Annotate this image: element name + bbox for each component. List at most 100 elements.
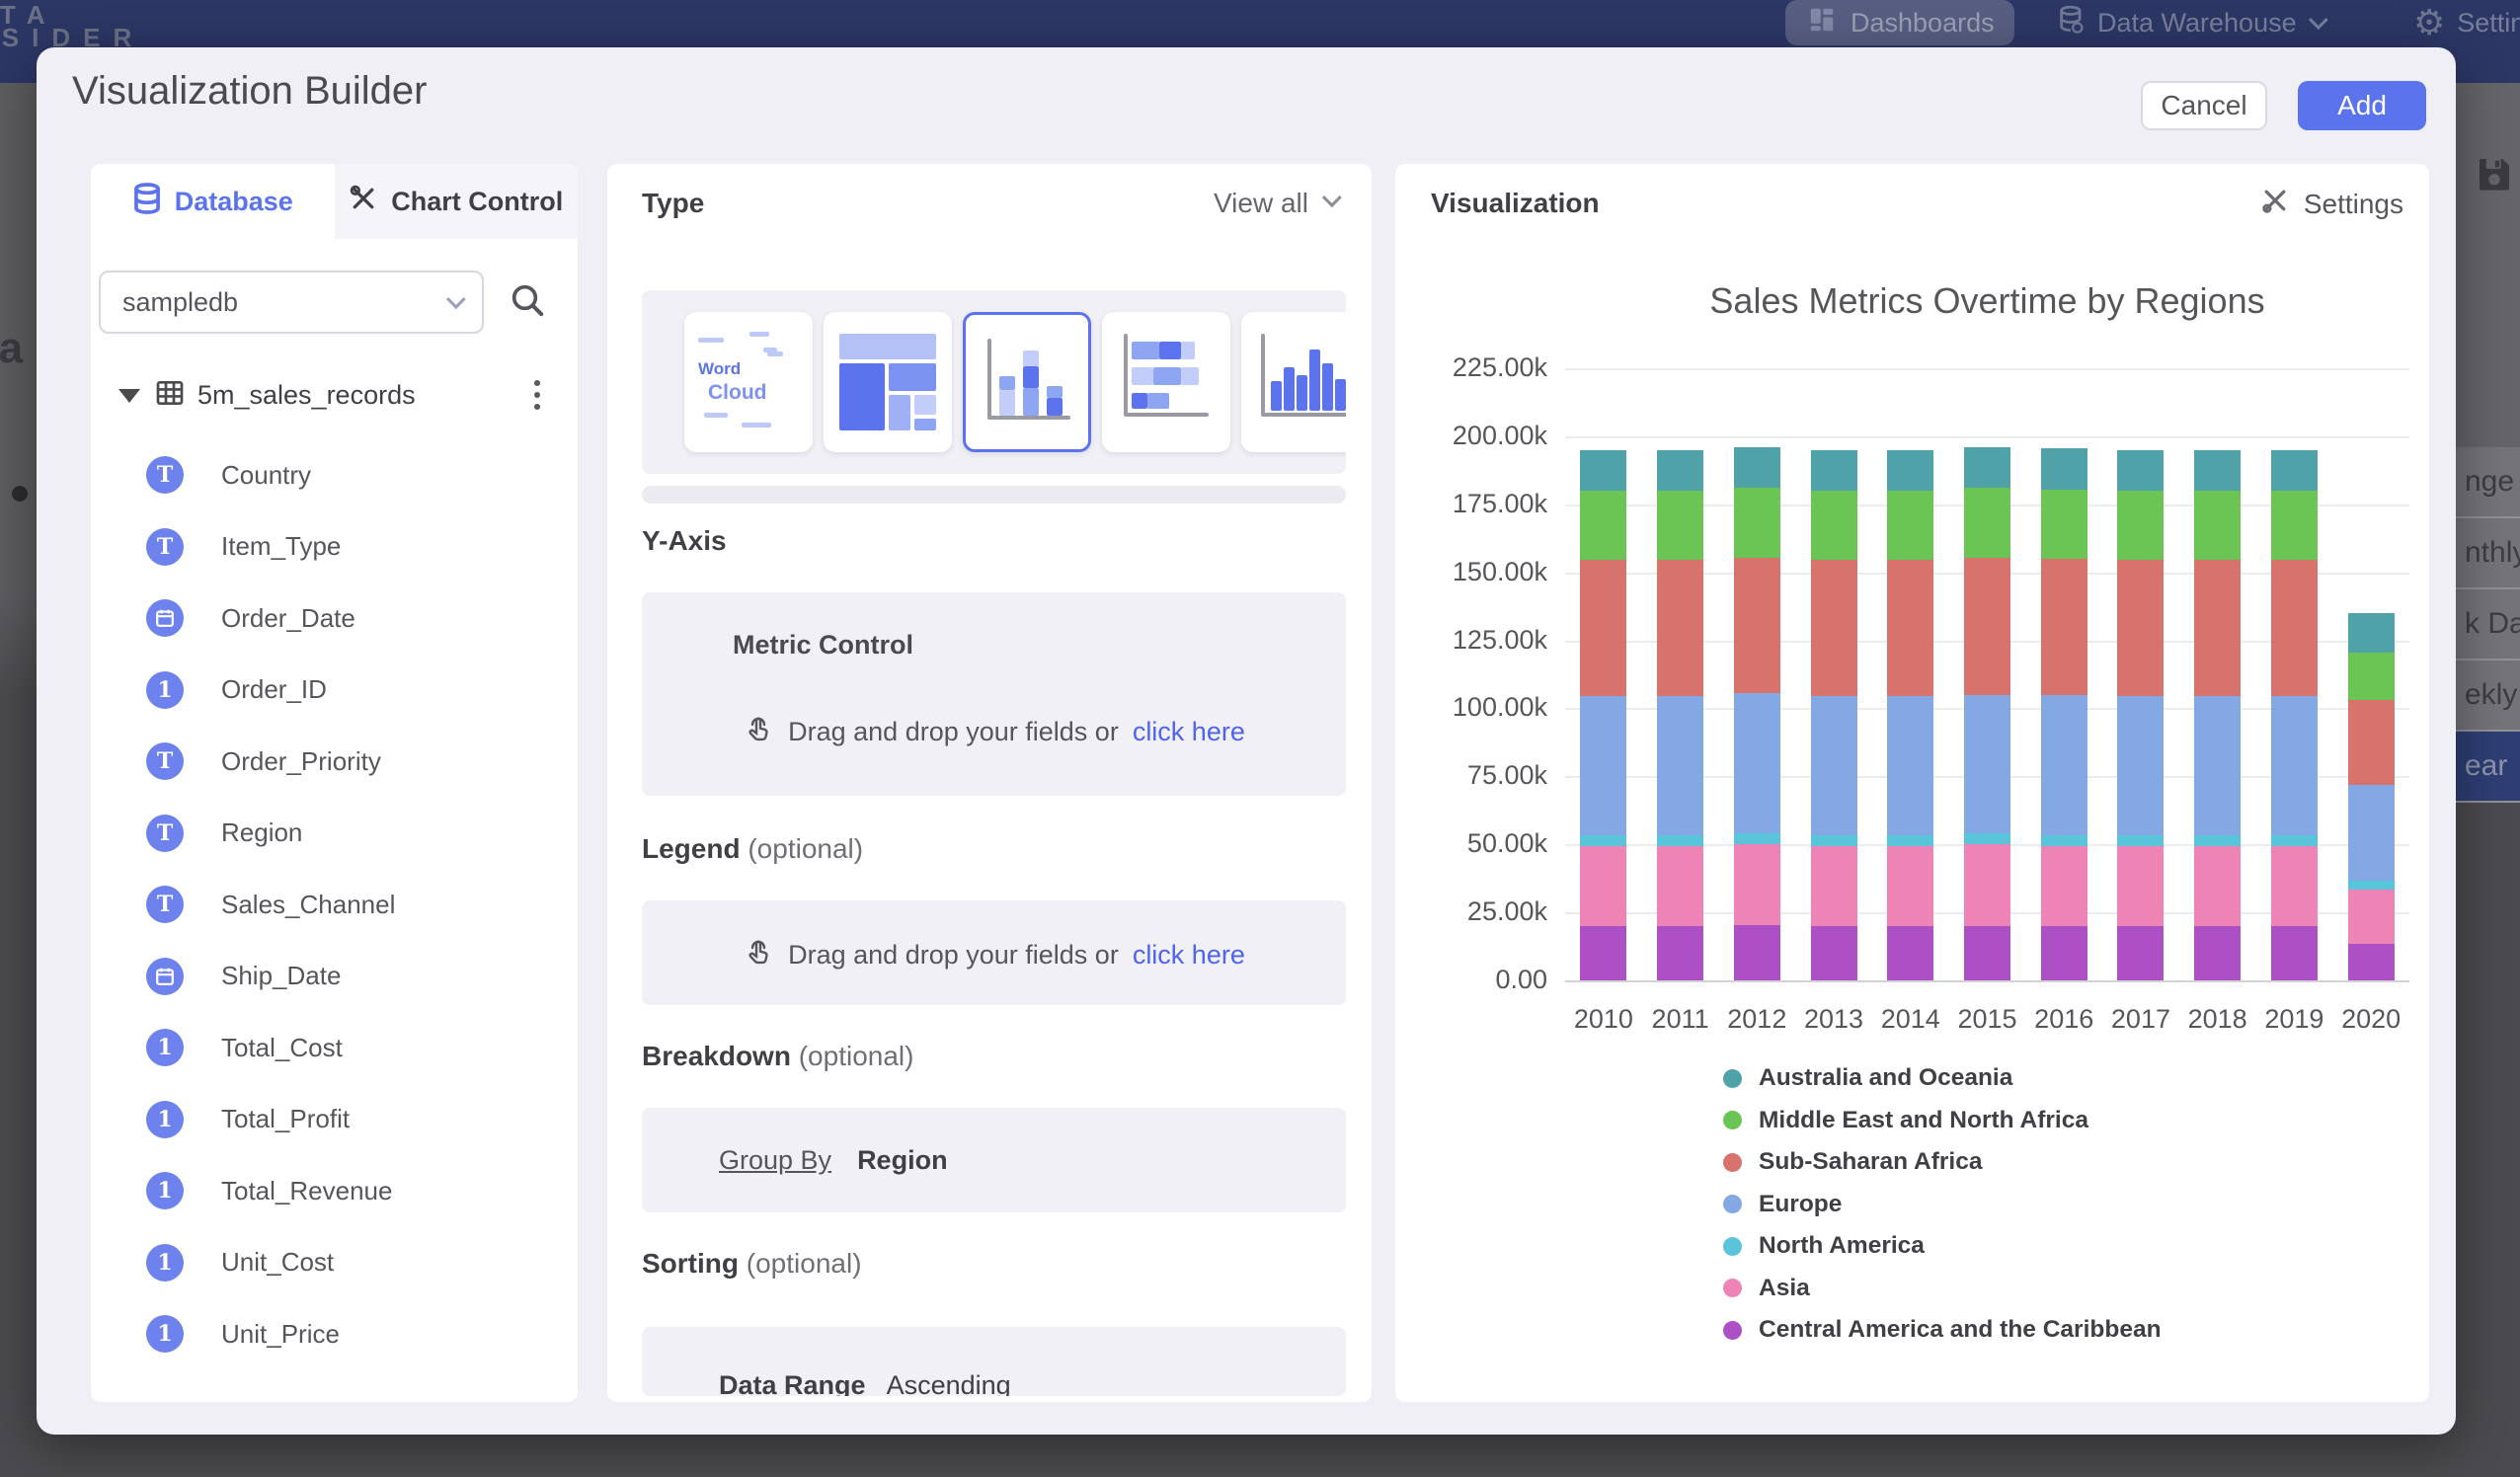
click-here-link[interactable]: click here [1133, 717, 1245, 747]
legend-item[interactable]: Europe [1723, 1191, 2162, 1218]
field-row[interactable]: Order_Date [91, 583, 578, 655]
x-axis-tick-label: 2018 [2173, 1004, 2262, 1035]
legend-label: Sub-Saharan Africa [1759, 1148, 1982, 1176]
x-axis-tick-label: 2013 [1789, 1004, 1878, 1035]
horizontal-scrollbar[interactable] [642, 486, 1346, 504]
number-field-icon: 1 [146, 1172, 184, 1209]
field-row[interactable]: TCountry [91, 439, 578, 511]
chart-type-word-cloud[interactable]: WordCloud [684, 312, 813, 452]
field-row[interactable]: TSales_Channel [91, 869, 578, 941]
database-select[interactable]: sampledb [99, 271, 484, 334]
field-row[interactable]: 1Unit_Price [91, 1298, 578, 1370]
field-name: Order_Priority [221, 746, 381, 777]
settings-label: Settings [2457, 8, 2520, 39]
bar-segment [1964, 844, 2010, 926]
table-tree-row[interactable]: 5m_sales_records [118, 377, 578, 414]
field-row[interactable]: TRegion [91, 798, 578, 870]
field-row[interactable]: TItem_Type [91, 511, 578, 583]
field-row[interactable]: 1Order_ID [91, 655, 578, 727]
click-here-link[interactable]: click here [1133, 940, 1245, 971]
search-icon[interactable] [508, 280, 547, 325]
field-row[interactable]: Ship_Date [91, 941, 578, 1013]
bar-segment [1734, 488, 1780, 557]
bar-segment [2271, 835, 2318, 846]
y-axis-tick-label: 150.00k [1409, 557, 1547, 587]
gridline [1565, 436, 2409, 438]
field-row[interactable]: 1Total_Cost [91, 1012, 578, 1084]
chart-type-stacked-bar[interactable] [1102, 312, 1230, 452]
cancel-button[interactable]: Cancel [2141, 81, 2267, 130]
x-axis-tick-label: 2015 [1943, 1004, 2032, 1035]
stacked-bar [1580, 450, 1626, 980]
bar-segment [1811, 835, 1857, 846]
text-field-icon: T [146, 742, 184, 780]
fields-list: TCountryTItem_TypeOrder_Date1Order_ID T Or… [91, 439, 578, 1370]
tab-chart-control[interactable]: Chart Control [335, 164, 579, 239]
field-row[interactable]: 1Total_Profit [91, 1084, 578, 1156]
field-row[interactable]: T Order_Priority [91, 726, 578, 798]
nav-dashboards[interactable]: Dashboards [1785, 0, 2014, 45]
y-axis-tick-label: 200.00k [1409, 421, 1547, 451]
group-by-value: Region [857, 1145, 948, 1176]
chart-type-column[interactable] [1241, 312, 1346, 452]
stacked-bar [1964, 447, 2010, 980]
view-all-dropdown[interactable]: View all [1214, 188, 1336, 219]
x-axis-tick-label: 2020 [2326, 1004, 2415, 1035]
legend-item[interactable]: Australia and Oceania [1723, 1064, 2162, 1092]
gridline [1565, 980, 2409, 982]
nav-data-warehouse[interactable]: Data Warehouse [2058, 0, 2323, 45]
backdrop-right-strip [2456, 83, 2520, 447]
bar-segment [1811, 491, 1857, 560]
dashboards-label: Dashboards [1851, 8, 1995, 39]
legend-item[interactable]: Asia [1723, 1275, 2162, 1302]
legend-item[interactable]: North America [1723, 1232, 2162, 1260]
app-logo: ATA NSIDER [0, 4, 144, 49]
visualization-panel: Visualization Settings Sales Metrics Ove… [1395, 164, 2429, 1402]
database-icon [132, 183, 162, 221]
bar-segment [1580, 835, 1626, 846]
caret-down-icon[interactable] [118, 389, 140, 403]
drag-drop-text: Drag and drop your fields or [788, 940, 1119, 971]
settings-button[interactable]: Settings [2260, 186, 2403, 222]
bar-segment [2271, 926, 2318, 980]
text-field-icon: T [146, 815, 184, 852]
nav-settings[interactable]: ⚙ Settings [2413, 0, 2520, 45]
bar-segment [1734, 844, 1780, 924]
bar-segment [2041, 448, 2087, 489]
tools-icon [2260, 186, 2290, 222]
y-axis-tick-label: 0.00 [1409, 965, 1547, 995]
kebab-menu-icon[interactable] [517, 373, 557, 417]
field-row[interactable]: 1Unit_Cost [91, 1227, 578, 1299]
chart-type-treemap[interactable] [824, 312, 952, 452]
add-button[interactable]: Add [2298, 81, 2426, 130]
stacked-bar-icon [1102, 312, 1230, 452]
bar-segment [1964, 833, 2010, 844]
legend-item[interactable]: Middle East and North Africa [1723, 1107, 2162, 1134]
tab-database[interactable]: Database [91, 164, 335, 239]
bar-segment [1887, 926, 1933, 980]
legend-item[interactable]: Sub-Saharan Africa [1723, 1148, 2162, 1176]
legend-color-dot [1723, 1195, 1742, 1213]
y-axis-tick-label: 175.00k [1409, 489, 1547, 519]
legend-color-dot [1723, 1321, 1742, 1340]
number-field-icon: 1 [146, 1315, 184, 1353]
bar-segment [1811, 926, 1857, 980]
stacked-bar [2117, 450, 2164, 980]
field-name: Total_Profit [221, 1104, 350, 1134]
backdrop-left-text-fragment: ta [0, 324, 23, 373]
group-by-link[interactable]: Group By [719, 1145, 831, 1176]
number-field-icon: 1 [146, 1029, 184, 1066]
bar-segment [2348, 785, 2395, 882]
bar-segment [1964, 558, 2010, 695]
legend-color-dot [1723, 1279, 1742, 1297]
text-field-icon: T [146, 456, 184, 494]
legend-item[interactable]: Central America and the Caribbean [1723, 1316, 2162, 1344]
field-row[interactable]: 1Total_Revenue [91, 1155, 578, 1227]
number-field-icon: 1 [146, 671, 184, 709]
chart-type-stacked-column[interactable] [963, 312, 1091, 452]
chevron-down-icon [2309, 10, 2328, 30]
x-axis-tick-label: 2014 [1866, 1004, 1955, 1035]
sorting-row-value: Ascending [887, 1370, 1011, 1396]
bar-segment [2041, 835, 2087, 846]
sorting-panel[interactable]: Data Range Ascending [642, 1327, 1346, 1396]
